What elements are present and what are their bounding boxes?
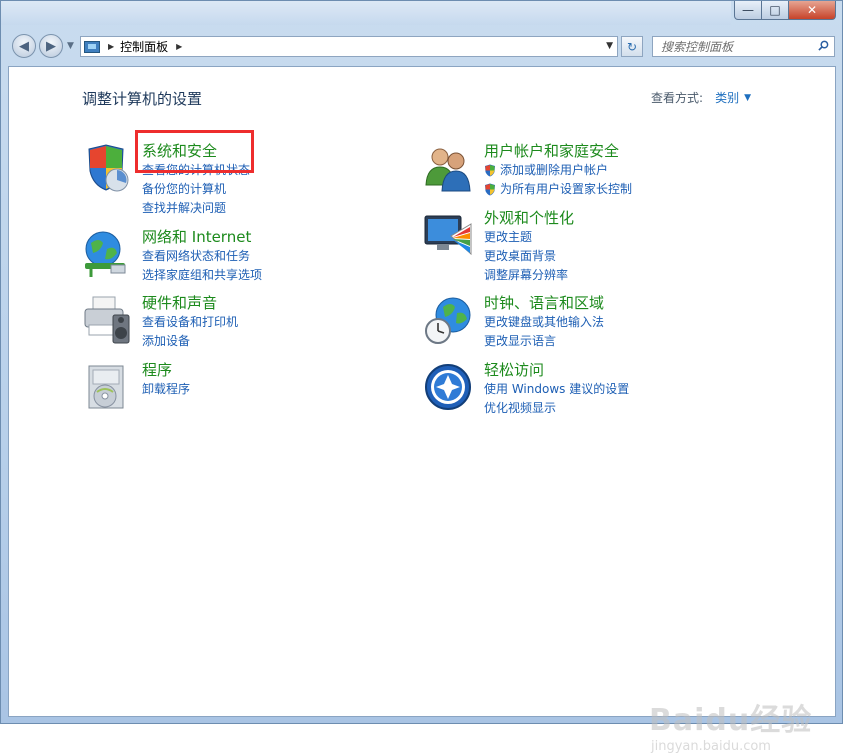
back-arrow-icon: ◀ [19,38,29,54]
link-label[interactable]: 查看设备和打印机 [142,313,238,332]
search-box[interactable] [652,36,835,57]
category-body: 轻松访问 使用 Windows 建议的设置 优化视频显示 [484,360,629,418]
link-label[interactable]: 查看网络状态和任务 [142,247,250,266]
category-link[interactable]: 调整屏幕分辨率 [484,266,574,285]
window-frame: — □ ✕ ◀ ▶ ▼ ▶ 控制面板 ▶ ▼ ↻ 调整计算机的设置 查看方式: … [0,0,843,754]
link-label[interactable]: 更改主题 [484,228,532,247]
category-title[interactable]: 用户帐户和家庭安全 [484,141,632,161]
back-button[interactable]: ◀ [12,34,36,58]
control-panel-icon [84,40,100,53]
forward-button[interactable]: ▶ [39,34,63,58]
title-bar[interactable] [1,1,731,25]
category-title[interactable]: 程序 [142,360,190,380]
minimize-icon: — [742,3,754,17]
shield-icon[interactable] [81,143,131,193]
monitor-palette-icon[interactable] [423,210,473,260]
search-input[interactable] [659,38,813,55]
link-label[interactable]: 调整屏幕分辨率 [484,266,568,285]
category-link[interactable]: 更改主题 [484,228,574,247]
refresh-button[interactable]: ↻ [621,36,643,57]
category-link[interactable]: 选择家庭组和共享选项 [142,266,262,285]
category-link[interactable]: 查看您的计算机状态 [142,161,250,180]
category-body: 网络和 Internet 查看网络状态和任务 选择家庭组和共享选项 [142,227,262,285]
category-body: 程序 卸载程序 [142,360,190,399]
users-icon[interactable] [423,143,473,193]
maximize-icon: □ [769,3,781,17]
category-link[interactable]: 更改桌面背景 [484,247,574,266]
minimize-button[interactable]: — [734,1,762,20]
address-dropdown-icon[interactable]: ▼ [606,41,613,51]
uac-shield-icon [485,164,495,177]
category-title[interactable]: 时钟、语言和区域 [484,293,604,313]
page-title: 调整计算机的设置 [82,90,203,108]
recent-pages-dropdown[interactable]: ▼ [67,41,74,51]
breadcrumb-arrow-icon[interactable]: ▶ [176,42,182,51]
content-pane: 调整计算机的设置 查看方式: 类别 ▼ 系统和安全 查看您的计算机状态 备份您的… [8,66,836,754]
network-globe-icon[interactable] [81,229,131,279]
category-link[interactable]: 添加设备 [142,332,238,351]
printer-speaker-icon[interactable] [81,295,131,345]
link-label[interactable]: 查找并解决问题 [142,199,226,218]
category-link[interactable]: 备份您的计算机 [142,180,250,199]
chevron-down-icon[interactable]: ▼ [744,93,751,103]
breadcrumb-arrow-icon[interactable]: ▶ [108,42,114,51]
navigation-row: ◀ ▶ ▼ ▶ 控制面板 ▶ ▼ ↻ [1,31,843,63]
view-by: 查看方式: 类别 ▼ [651,89,751,106]
link-label[interactable]: 更改键盘或其他输入法 [484,313,604,332]
category-link[interactable]: 卸载程序 [142,380,190,399]
search-icon[interactable] [818,40,829,51]
forward-arrow-icon: ▶ [46,38,56,54]
link-label[interactable]: 使用 Windows 建议的设置 [484,380,629,399]
caption-buttons: — □ ✕ [734,1,836,20]
uac-shield-icon [485,183,495,196]
category-title[interactable]: 硬件和声音 [142,293,238,313]
category-link[interactable]: 查找并解决问题 [142,199,250,218]
link-label[interactable]: 查看您的计算机状态 [142,161,250,180]
category-body: 时钟、语言和区域 更改键盘或其他输入法 更改显示语言 [484,293,604,351]
link-label[interactable]: 更改显示语言 [484,332,556,351]
link-label[interactable]: 添加设备 [142,332,190,351]
link-label[interactable]: 更改桌面背景 [484,247,556,266]
programs-disc-icon[interactable] [81,362,131,412]
watermark: Baidu经验 jingyan.baidu.com [649,695,812,754]
category-link[interactable]: 查看设备和打印机 [142,313,238,332]
category-link[interactable]: 使用 Windows 建议的设置 [484,380,629,399]
category-title[interactable]: 系统和安全 [142,141,250,161]
link-label[interactable]: 为所有用户设置家长控制 [500,180,632,199]
clock-globe-icon[interactable] [423,295,473,345]
category-body: 外观和个性化 更改主题 更改桌面背景 调整屏幕分辨率 [484,208,574,285]
category-body: 系统和安全 查看您的计算机状态 备份您的计算机 查找并解决问题 [142,141,250,218]
category-link[interactable]: 查看网络状态和任务 [142,247,262,266]
category-body: 硬件和声音 查看设备和打印机 添加设备 [142,293,238,351]
view-by-label: 查看方式: [651,91,704,105]
address-bar[interactable]: ▶ 控制面板 ▶ ▼ [80,36,618,57]
close-button[interactable]: ✕ [789,1,836,20]
refresh-icon: ↻ [626,39,638,54]
category-link[interactable]: 为所有用户设置家长控制 [484,180,632,199]
breadcrumb-control-panel[interactable]: 控制面板 [120,38,168,55]
watermark-url: jingyan.baidu.com [651,739,771,754]
link-label[interactable]: 卸载程序 [142,380,190,399]
category-link[interactable]: 优化视频显示 [484,399,629,418]
category-link[interactable]: 更改键盘或其他输入法 [484,313,604,332]
category-title[interactable]: 轻松访问 [484,360,629,380]
maximize-button[interactable]: □ [762,1,789,20]
category-title[interactable]: 外观和个性化 [484,208,574,228]
link-label[interactable]: 添加或删除用户帐户 [500,161,608,180]
link-label[interactable]: 备份您的计算机 [142,180,226,199]
category-body: 用户帐户和家庭安全 添加或删除用户帐户 为所有用户设置家长控制 [484,141,632,199]
category-title[interactable]: 网络和 Internet [142,227,262,247]
close-icon: ✕ [806,3,818,17]
ease-of-access-icon[interactable] [423,362,473,412]
category-link[interactable]: 添加或删除用户帐户 [484,161,632,180]
link-label[interactable]: 优化视频显示 [484,399,556,418]
category-link[interactable]: 更改显示语言 [484,332,604,351]
view-by-dropdown[interactable]: 类别 [715,89,739,106]
watermark-logo: Baidu经验 [649,703,813,738]
link-label[interactable]: 选择家庭组和共享选项 [142,266,262,285]
